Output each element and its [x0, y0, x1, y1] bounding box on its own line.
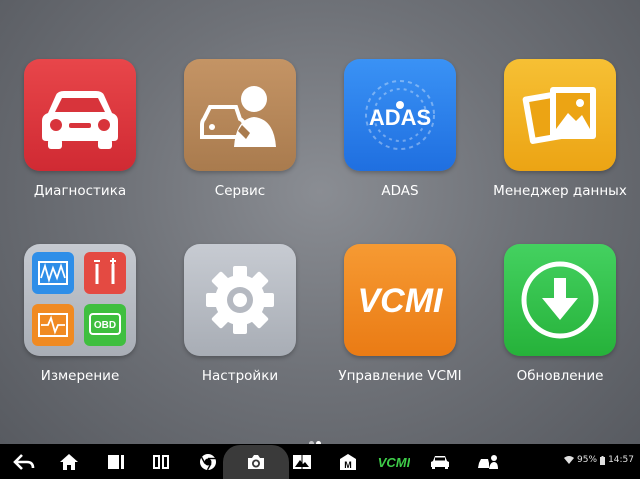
svg-text:M: M	[344, 460, 352, 470]
app-label: Настройки	[201, 368, 279, 384]
mechanic-nav-icon[interactable]	[470, 444, 506, 479]
adas-icon: ADAS	[344, 59, 456, 171]
app-label: Измерение	[40, 368, 120, 384]
vcmi-icon: VCMI	[344, 244, 456, 356]
svg-text:VCMI: VCMI	[358, 282, 445, 320]
gear-icon	[184, 244, 296, 356]
mechanic-icon	[184, 59, 296, 171]
svg-text:VCMI: VCMI	[378, 455, 410, 470]
svg-text:ADAS: ADAS	[369, 105, 431, 130]
wifi-icon	[564, 456, 575, 464]
download-icon	[504, 244, 616, 356]
photos-icon	[504, 59, 616, 171]
app-label: Управление VCMI	[338, 368, 462, 384]
app-grid: Диагностика Сервис ADAS ADAS Менеджер да…	[0, 0, 640, 440]
recents-icon[interactable]	[98, 444, 134, 479]
home-icon[interactable]	[51, 444, 87, 479]
status-area: 95% 14:57	[564, 455, 634, 465]
app-label: Диагностика	[33, 183, 127, 199]
app-label: Менеджер данных	[493, 183, 627, 199]
gallery-icon[interactable]	[284, 444, 320, 479]
car-icon	[24, 59, 136, 171]
page-indicator	[308, 431, 322, 446]
back-icon[interactable]	[6, 444, 42, 479]
car-nav-icon[interactable]	[422, 444, 458, 479]
navigation-bar	[0, 444, 640, 479]
maxifix-icon[interactable]: M	[330, 444, 366, 479]
split-icon[interactable]	[143, 444, 179, 479]
camera-icon[interactable]	[238, 444, 274, 479]
battery-icon	[600, 455, 606, 465]
vcmi-nav-icon[interactable]: VCMI	[374, 444, 414, 479]
battery-level: 95%	[577, 455, 598, 465]
chrome-icon[interactable]	[190, 444, 226, 479]
svg-text:OBD: OBD	[94, 320, 116, 331]
app-label: Сервис	[214, 183, 266, 199]
measurement-icon: OBD	[24, 244, 136, 356]
app-label: ADAS	[381, 183, 419, 199]
app-label: Обновление	[516, 368, 604, 384]
clock: 14:57	[608, 455, 634, 465]
